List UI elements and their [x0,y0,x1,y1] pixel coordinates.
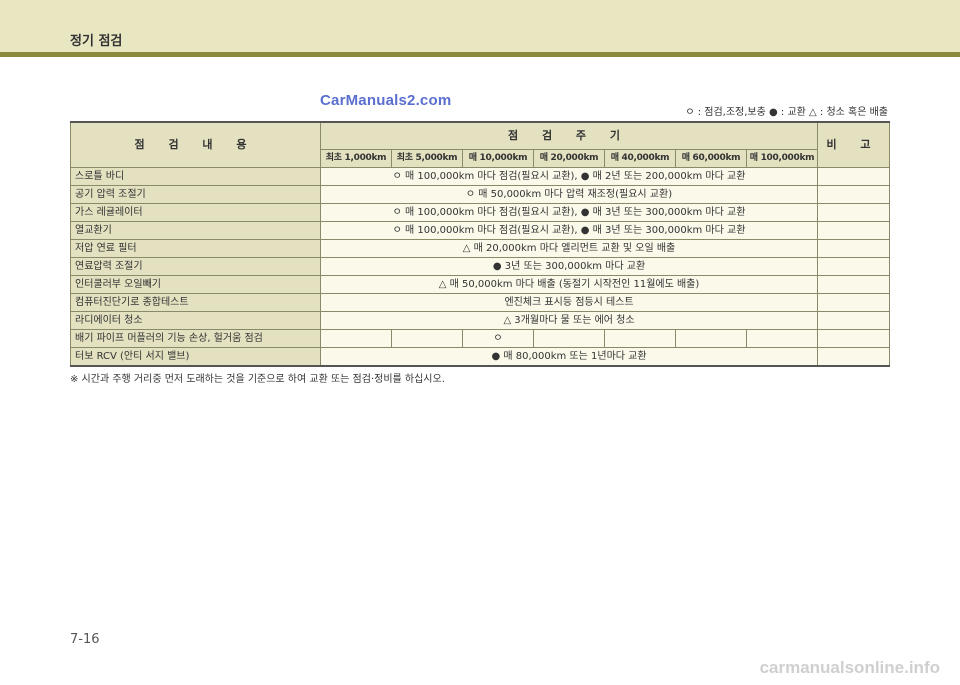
interval-cell [320,329,392,348]
table-row: 연료압력 조절기 ● 3년 또는 300,000km 마다 교환 [70,257,891,276]
row-item: 가스 레귤레이터 [70,203,321,222]
row-desc: △ 3개월마다 물 또는 에어 청소 [319,311,819,330]
row-item: 터보 RCV (안티 서지 밸브) [70,347,321,367]
row-note [817,203,891,222]
table-row: 공기 압력 조절기 ㅇ 매 50,000km 마다 압력 재조정(필요시 교환) [70,185,891,204]
row-item: 연료압력 조절기 [70,257,321,276]
row-note [817,275,891,294]
row-desc: ● 3년 또는 300,000km 마다 교환 [319,257,819,276]
interval-header: 매 40,000km [604,149,676,168]
row-desc: ㅇ 매 100,000km 마다 점검(필요시 교환), ● 매 2년 또는 2… [319,167,819,186]
interval-cell [675,329,747,348]
page-title: 정기 점검 [70,34,123,49]
maintenance-table: 점 검 내 용 점 검 주 기 비 고 최초 1,000km 최초 5,000k… [70,121,891,367]
row-item: 라디에이터 청소 [70,311,321,330]
row-item: 저압 연료 필터 [70,239,321,258]
table-row-exhaust: 배기 파이프 머플러의 기능 손상, 헐거움 점검 ㅇ [70,329,891,348]
row-item: 컴퓨터진단기로 종합테스트 [70,293,321,312]
row-note [817,167,891,186]
table-row: 저압 연료 필터 △ 매 20,000km 마다 엘리먼트 교환 및 오일 배출 [70,239,891,258]
legend: ㅇ : 점검,조정,보충 ● : 교환 △ : 청소 혹은 배출 [685,107,888,118]
interval-header: 매 10,000km [462,149,534,168]
interval-cell [745,329,819,348]
interval-cell [533,329,605,348]
interval-header: 매 60,000km [675,149,747,168]
footer-watermark: carmanualsonline.info [759,658,940,677]
row-note [817,185,891,204]
header-item: 점 검 내 용 [70,121,321,168]
row-item: 스로틀 바디 [70,167,321,186]
table-row: 열교환기 ㅇ 매 100,000km 마다 점검(필요시 교환), ● 매 3년… [70,221,891,240]
header-band [0,0,960,52]
row-note [817,239,891,258]
interval-cell [604,329,676,348]
row-desc: ㅇ 매 100,000km 마다 점검(필요시 교환), ● 매 3년 또는 3… [319,221,819,240]
row-desc: ● 매 80,000km 또는 1년마다 교환 [319,347,819,367]
row-item: 인터쿨러부 오일빼기 [70,275,321,294]
row-item: 공기 압력 조절기 [70,185,321,204]
interval-cell-marked: ㅇ [462,329,534,348]
table-row: 스로틀 바디 ㅇ 매 100,000km 마다 점검(필요시 교환), ● 매 … [70,167,891,186]
table-row: 가스 레귤레이터 ㅇ 매 100,000km 마다 점검(필요시 교환), ● … [70,203,891,222]
table-row: 터보 RCV (안티 서지 밸브) ● 매 80,000km 또는 1년마다 교… [70,347,891,367]
row-item: 열교환기 [70,221,321,240]
footnote: ※ 시간과 주행 거리중 먼저 도래하는 것을 기준으로 하여 교환 또는 점검… [70,374,445,385]
header-note: 비 고 [817,121,891,168]
interval-header: 최초 1,000km [320,149,392,168]
row-item: 배기 파이프 머플러의 기능 손상, 헐거움 점검 [70,329,321,348]
row-desc: 엔진체크 표시등 점등시 테스트 [319,293,819,312]
row-desc: △ 매 20,000km 마다 엘리먼트 교환 및 오일 배출 [319,239,819,258]
row-note [817,293,891,312]
row-note [817,329,891,348]
table-row: 인터쿨러부 오일빼기 △ 매 50,000km 마다 배출 (동절기 시작전인 … [70,275,891,294]
header-period: 점 검 주 기 [319,121,819,150]
header-rule [0,52,960,57]
page-number: 7-16 [70,632,100,647]
row-desc: ㅇ 매 100,000km 마다 점검(필요시 교환), ● 매 3년 또는 3… [319,203,819,222]
row-note [817,311,891,330]
row-desc: ㅇ 매 50,000km 마다 압력 재조정(필요시 교환) [319,185,819,204]
interval-cell [391,329,463,348]
row-note [817,347,891,367]
row-desc: △ 매 50,000km 마다 배출 (동절기 시작전인 11월에도 배출) [319,275,819,294]
table-row: 라디에이터 청소 △ 3개월마다 물 또는 에어 청소 [70,311,891,330]
row-note [817,257,891,276]
interval-header: 매 100,000km [745,149,819,168]
interval-header: 최초 5,000km [391,149,463,168]
watermark-top: CarManuals2.com [320,92,452,109]
interval-header: 매 20,000km [533,149,605,168]
row-note [817,221,891,240]
table-row: 컴퓨터진단기로 종합테스트 엔진체크 표시등 점등시 테스트 [70,293,891,312]
